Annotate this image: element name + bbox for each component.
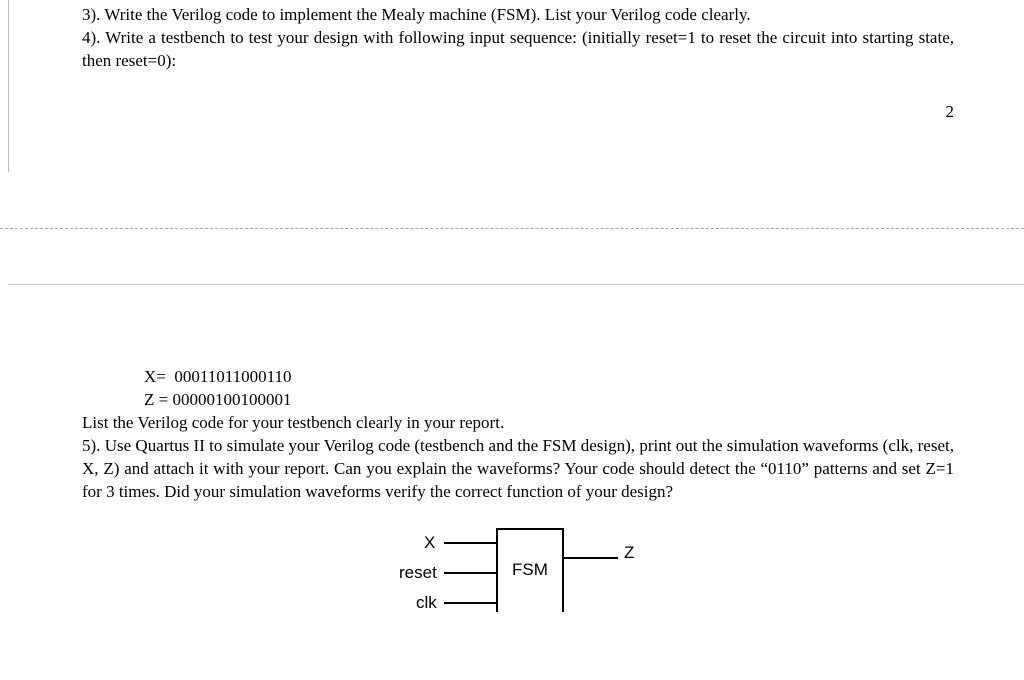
page-dashed-divider [0, 228, 1024, 229]
page-left-border [8, 0, 9, 172]
wire-reset [444, 572, 496, 574]
z-sequence: Z = 00000100100001 [82, 389, 954, 412]
wire-x [444, 542, 496, 544]
page-bottom-section: X= 00011011000110 Z = 00000100100001 Lis… [82, 366, 954, 618]
question-4: 4). Write a testbench to test your desig… [82, 27, 954, 73]
fsm-box: FSM [496, 528, 564, 612]
fsm-box-label: FSM [512, 559, 548, 582]
page-solid-divider [8, 284, 1024, 285]
page-top-section: 3). Write the Verilog code to implement … [0, 0, 1024, 73]
question-3: 3). Write the Verilog code to implement … [82, 4, 954, 27]
testbench-note: List the Verilog code for your testbench… [82, 412, 954, 435]
x-sequence: X= 00011011000110 [82, 366, 954, 389]
page-number: 2 [0, 73, 1024, 124]
label-reset: reset [399, 562, 437, 585]
label-clk: clk [416, 592, 437, 615]
wire-z [564, 557, 618, 559]
wire-clk [444, 602, 496, 604]
label-z: Z [624, 542, 634, 565]
label-x: X [424, 532, 435, 555]
question-5: 5). Use Quartus II to simulate your Veri… [82, 435, 954, 504]
fsm-block-diagram: FSM X reset clk Z [348, 518, 688, 618]
